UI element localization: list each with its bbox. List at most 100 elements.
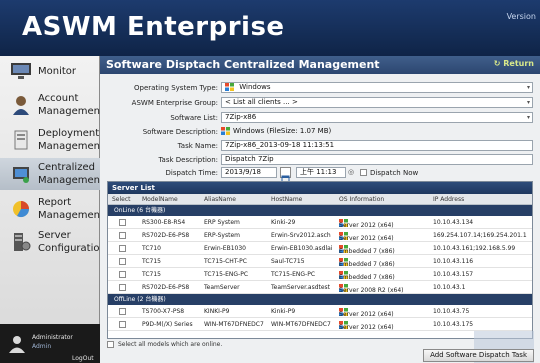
server-list: Server List Select ModelName AliasName H… [107, 181, 533, 339]
cell-ip: 10.10.43.134 [433, 219, 474, 226]
cell-os-text: Embedded 7 (x86) [339, 248, 395, 255]
group-select[interactable]: < List all clients ... > ▾ [221, 97, 533, 108]
sidebar-item-server-config[interactable]: Server Configuration [0, 227, 106, 257]
table-row[interactable]: TC715 TC715-ENG-PC TC715-ENG-PC Embedded… [108, 268, 532, 281]
add-dispatch-task-button[interactable]: Add Software Dispatch Task [423, 349, 534, 362]
sidebar-item-monitor[interactable]: Monitor [0, 60, 100, 82]
col-select: Select [112, 196, 131, 203]
sidebar-item-account[interactable]: Account Management [0, 90, 104, 120]
row-checkbox[interactable] [119, 321, 126, 328]
sidebar-item-label: Server Configuration [38, 230, 106, 254]
row-checkbox[interactable] [119, 258, 126, 265]
task-desc-input[interactable]: Dispatch 7Zip [221, 154, 533, 165]
group-value: < List all clients ... > [225, 98, 298, 106]
dropdown-caret-icon: ▾ [526, 99, 530, 106]
return-label: Return [503, 59, 534, 68]
row-checkbox[interactable] [119, 271, 126, 278]
software-desc-value: Windows (FileSize: 1.07 MB) [233, 127, 332, 135]
table-row[interactable]: P9D-M(/X) Series WIN-MT67DFNEDC7 WIN-MT6… [108, 318, 532, 331]
os-type-value: Windows [239, 83, 271, 91]
cell-host: TeamServer.asdtest [271, 284, 331, 291]
cell-model: RS702D-E6-PS8 [142, 232, 190, 239]
cell-host: WIN-MT67DFNEDC7 [271, 321, 331, 328]
cell-host: Saul-TC715 [271, 258, 305, 265]
cell-model: TS700-X7-PS8 [142, 308, 185, 315]
cell-os: Embedded 7 (x86) [339, 245, 395, 255]
table-row[interactable]: RS300-E8-RS4 ERP System Kinki-29 Server … [108, 216, 532, 229]
select-all-checkbox[interactable] [107, 340, 114, 348]
group-row: ASWM Enterprise Group: < List all client… [100, 97, 540, 109]
cell-host: Erwin-Srv2012.asch [271, 232, 331, 239]
cell-os: Server 2012 (x64) [339, 308, 394, 318]
dispatch-clock-input[interactable]: 上午 11:13 [296, 167, 346, 178]
row-checkbox[interactable] [119, 245, 126, 252]
dispatch-date-input[interactable]: 2013/9/18 [221, 167, 277, 178]
select-all-label: Select all models which are online. [118, 340, 223, 348]
sidebar-item-label: Report Management [38, 197, 104, 221]
software-desc-label: Software Description: [142, 128, 218, 136]
cell-os-text: Server 2012 (x64) [339, 324, 394, 331]
os-type-label: Operating System Type: [134, 84, 218, 92]
select-all-row: Select all models which are online. [107, 339, 533, 349]
app-title: ASWM Enterprise [22, 12, 285, 42]
cell-host: TC715-ENG-PC [271, 271, 316, 278]
server-icon [10, 231, 32, 253]
table-row[interactable]: RS702D-E6-PS8 TeamServer TeamServer.asdt… [108, 281, 532, 294]
row-checkbox[interactable] [119, 284, 126, 291]
row-checkbox[interactable] [119, 232, 126, 239]
dropdown-caret-icon: ▾ [526, 114, 530, 121]
cell-os: Server 2012 (x64) [339, 219, 394, 229]
col-host: HostName [271, 196, 303, 203]
sidebar-item-report[interactable]: Report Management [0, 194, 104, 224]
table-row[interactable]: RS702D-E6-PS8 ERP-System Erwin-Srv2012.a… [108, 229, 532, 242]
group-label: ASWM Enterprise Group: [131, 99, 218, 107]
user-role: Admin [32, 343, 52, 350]
version-label: Version [506, 12, 536, 21]
table-row[interactable]: TS700-X7-PS8 KINKI-P9 Kinki-P9 Server 20… [108, 305, 532, 318]
table-row[interactable]: TC715 TC715-CHT-PC Saul-TC715 Embedded 7… [108, 255, 532, 268]
report-icon [10, 198, 32, 220]
cell-host: Kinki-29 [271, 219, 296, 226]
cell-host: Erwin-EB1030.asdlai [271, 245, 333, 252]
sidebar-item-deployment[interactable]: Deployment Management [0, 125, 104, 155]
cell-os-text: Server 2012 (x64) [339, 235, 394, 242]
cell-alias: KINKI-P9 [204, 308, 230, 315]
sidebar: Monitor Account Management Deployment Ma… [0, 56, 106, 363]
monitor-icon [10, 60, 32, 82]
cell-ip: 169.254.107.14;169.254.201.1 [433, 232, 527, 239]
cell-ip: 10.10.43.161;192.168.5.99 [433, 245, 516, 252]
return-button[interactable]: ↻ Return [494, 59, 534, 68]
centralized-icon [10, 163, 32, 185]
os-type-select[interactable]: Windows ▾ [221, 82, 533, 93]
row-checkbox[interactable] [119, 308, 126, 315]
table-row[interactable]: TC710 Erwin-EB1030 Erwin-EB1030.asdlai E… [108, 242, 532, 255]
sidebar-item-centralized[interactable]: Centralized Management [0, 158, 104, 190]
group-online: OnLine (6 台機器) [108, 205, 532, 216]
deployment-icon [10, 129, 32, 151]
logout-link[interactable]: LogOut [72, 355, 94, 362]
col-ip: IP Address [433, 196, 465, 203]
dispatch-now-label: Dispatch Now [370, 169, 419, 177]
row-checkbox[interactable] [119, 219, 126, 226]
cell-alias: ERP-System [204, 232, 240, 239]
app-header: ASWM Enterprise Version [0, 0, 540, 56]
software-list-select[interactable]: 7Zip-x86 ▾ [221, 112, 533, 123]
cell-ip: 10.10.43.175 [433, 321, 474, 328]
software-list-value: 7Zip-x86 [225, 113, 257, 121]
cell-ip: 10.10.43.1 [433, 284, 466, 291]
account-icon [10, 94, 32, 116]
cell-os: Server 2012 (x64) [339, 232, 394, 242]
user-name: Administrator [32, 334, 73, 341]
cell-model: RS300-E8-RS4 [142, 219, 186, 226]
task-name-row: Task Name: 7Zip-x86_2013-09-18 11:13:51 [100, 140, 540, 152]
cell-alias: WIN-MT67DFNEDC7 [204, 321, 264, 328]
calendar-button[interactable] [280, 167, 291, 183]
cell-os-text: Embedded 7 (x86) [339, 261, 395, 268]
software-desc-row: Software Description: Windows (FileSize:… [100, 126, 540, 138]
task-name-input[interactable]: 7Zip-x86_2013-09-18 11:13:51 [221, 140, 533, 151]
group-offline: OffLine (2 台機器) [108, 294, 532, 305]
cell-ip: 10.10.43.116 [433, 258, 474, 265]
dispatch-now-checkbox[interactable] [360, 169, 367, 176]
clock-spinner-icon[interactable]: ◎ [348, 168, 354, 176]
dropdown-caret-icon: ▾ [526, 84, 530, 91]
